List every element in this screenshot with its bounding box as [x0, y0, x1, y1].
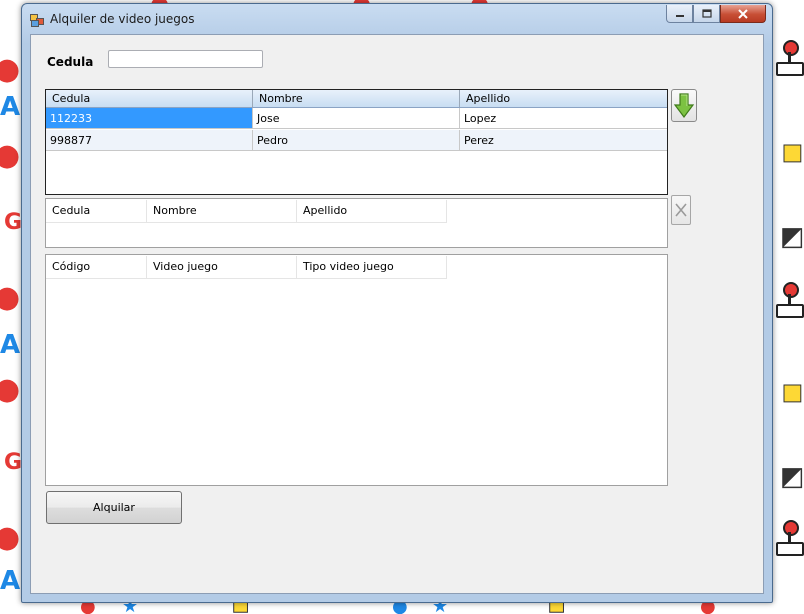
- clients-grid[interactable]: Cedula Nombre Apellido 112233 Jose Lopez…: [45, 89, 668, 195]
- column-header-cedula[interactable]: Cedula: [46, 90, 253, 107]
- cell-apellido[interactable]: Lopez: [460, 108, 667, 129]
- cedula-input[interactable]: [108, 50, 263, 68]
- wallpaper-doodle: A: [0, 92, 21, 122]
- move-down-button[interactable]: [671, 89, 697, 122]
- wallpaper-doodle: ●: [0, 138, 21, 173]
- wallpaper-doodle: ●: [0, 372, 21, 407]
- wallpaper-doodle: G: [4, 450, 23, 475]
- column-header-apellido[interactable]: Apellido: [297, 200, 447, 222]
- close-button[interactable]: [720, 5, 766, 23]
- table-row[interactable]: 998877 Pedro Perez: [46, 130, 667, 151]
- cedula-label: Cedula: [47, 55, 94, 69]
- column-header-codigo[interactable]: Código: [46, 256, 147, 278]
- wallpaper-doodle: ◩: [780, 462, 804, 492]
- column-header-cedula[interactable]: Cedula: [46, 200, 147, 222]
- cell-nombre[interactable]: Pedro: [253, 130, 460, 151]
- wallpaper-doodle: ●: [0, 280, 21, 315]
- maximize-icon: [701, 9, 712, 18]
- app-icon[interactable]: [30, 14, 44, 27]
- close-icon: [738, 8, 748, 19]
- joystick-doodle: [776, 282, 804, 318]
- wallpaper-doodle: A: [0, 566, 21, 596]
- wallpaper-doodle: ●: [0, 52, 21, 87]
- wallpaper-doodle: ◩: [780, 222, 804, 252]
- selected-client-grid-header: Cedula Nombre Apellido: [46, 200, 447, 223]
- cell-cedula[interactable]: 112233: [46, 108, 253, 129]
- column-header-tipo-video-juego[interactable]: Tipo video juego: [297, 256, 447, 278]
- minimize-button[interactable]: [666, 5, 693, 23]
- maximize-button[interactable]: [693, 5, 720, 23]
- minimize-icon: [675, 14, 684, 17]
- alquilar-button[interactable]: Alquilar: [46, 491, 182, 524]
- games-grid-header: Código Video juego Tipo video juego: [46, 256, 447, 279]
- cell-apellido[interactable]: Perez: [460, 130, 667, 151]
- column-header-nombre[interactable]: Nombre: [253, 90, 460, 107]
- column-header-video-juego[interactable]: Video juego: [147, 256, 297, 278]
- games-grid[interactable]: Código Video juego Tipo video juego: [45, 254, 668, 486]
- joystick-doodle: [776, 520, 804, 556]
- main-window: Alquiler de video juegos Cedula Cedula N…: [21, 3, 773, 603]
- cell-nombre[interactable]: Jose: [253, 108, 460, 129]
- cell-cedula[interactable]: 998877: [46, 130, 253, 151]
- wallpaper-doodle: ●: [0, 520, 21, 555]
- wallpaper-doodle: G: [4, 210, 23, 235]
- selected-client-grid[interactable]: Cedula Nombre Apellido: [45, 198, 668, 248]
- wallpaper-doodle: A: [0, 330, 21, 360]
- wallpaper-doodle: ■: [782, 140, 804, 166]
- column-header-apellido[interactable]: Apellido: [460, 90, 667, 107]
- column-header-nombre[interactable]: Nombre: [147, 200, 297, 222]
- joystick-doodle: [776, 40, 804, 76]
- wallpaper-doodle: ■: [782, 380, 804, 406]
- remove-client-button[interactable]: [671, 195, 691, 225]
- window-title: Alquiler de video juegos: [50, 12, 195, 26]
- table-row[interactable]: 112233 Jose Lopez: [46, 108, 667, 129]
- title-bar[interactable]: Alquiler de video juegos: [22, 4, 772, 34]
- caption-buttons: [666, 5, 766, 23]
- window-client-area: Cedula Cedula Nombre Apellido 112233 Jos…: [30, 34, 764, 594]
- x-icon: [675, 203, 687, 217]
- clients-grid-header: Cedula Nombre Apellido: [46, 90, 667, 108]
- arrow-down-icon: [673, 93, 695, 118]
